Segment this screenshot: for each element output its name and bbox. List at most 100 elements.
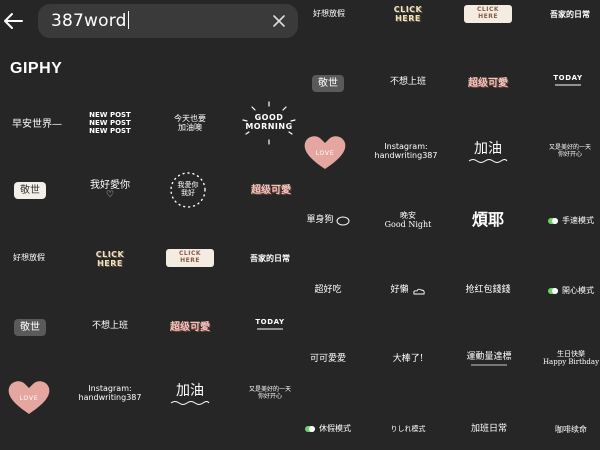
- back-arrow-icon[interactable]: [2, 10, 24, 32]
- sticker-text: CLICK HERE: [464, 5, 512, 23]
- sticker-text: 晚安 Good Night: [384, 211, 432, 229]
- sticker-text: 不想上班: [389, 77, 426, 88]
- sticker-text: 超级可愛: [170, 321, 210, 333]
- sticker[interactable]: 早安世界—: [2, 112, 72, 136]
- sticker-text: 吾家的日常: [250, 252, 290, 263]
- sticker[interactable]: 運動量達標: [460, 348, 518, 372]
- sticker-text: 超级可愛: [468, 77, 508, 89]
- sticker[interactable]: TODAY: [548, 70, 588, 92]
- sticker-text: CLICK HERE: [166, 249, 214, 267]
- sticker[interactable]: CLICK HERE: [384, 2, 432, 28]
- sticker-text: Instagram: handwriting387: [374, 142, 438, 160]
- search-query-text: 387word: [51, 11, 127, 31]
- sticker[interactable]: 休假模式: [300, 422, 356, 436]
- sticker-text: 休假模式: [319, 423, 351, 433]
- sticker-text: 我愛你 我好: [177, 181, 199, 197]
- sticker[interactable]: LOVE: [6, 378, 52, 416]
- sticker[interactable]: 我愛你 我好: [164, 170, 212, 210]
- sticker-text: 運動量達標: [466, 352, 512, 363]
- sticker-text: TODAY: [553, 74, 583, 83]
- speech-bubble-icon: [336, 216, 349, 226]
- sticker[interactable]: 敬世: [10, 316, 50, 338]
- sticker[interactable]: 敬世: [10, 178, 50, 202]
- sticker[interactable]: 可可愛愛: [300, 350, 356, 370]
- sticker[interactable]: 加班日常: [462, 421, 516, 439]
- sticker-text: TODAY: [255, 318, 285, 327]
- right-pane: 好想放假 CLICK HERE CLICK HERE 吾家的日常 敬世 不想上班…: [300, 0, 600, 450]
- sticker[interactable]: 好想放假: [304, 4, 354, 24]
- sticker[interactable]: 吾家的日常: [544, 4, 596, 24]
- sticker[interactable]: 超好吃: [300, 280, 356, 302]
- sticker[interactable]: 又是美好的一天 你好开心: [244, 382, 296, 406]
- sticker[interactable]: 不想上班: [82, 318, 138, 336]
- sticker[interactable]: 手速模式: [544, 214, 598, 228]
- sticker-text: 咖啡续命: [555, 424, 587, 434]
- sticker-text: 好想放假: [313, 8, 345, 18]
- sticker[interactable]: 加油: [166, 378, 214, 412]
- underline-icon: [257, 328, 283, 330]
- sticker[interactable]: Instagram: handwriting387: [78, 380, 142, 408]
- sticker[interactable]: 超级可愛: [462, 72, 514, 94]
- sticker-text: 可可愛愛: [309, 354, 346, 365]
- sticker[interactable]: 今天也要 加油噢: [160, 104, 220, 144]
- sticker-text: 不想上班: [91, 321, 128, 332]
- sticker-text: 敬世: [14, 318, 46, 336]
- search-input[interactable]: 387word: [38, 4, 298, 38]
- underline-icon: [555, 84, 581, 86]
- text-caret: [127, 11, 129, 29]
- sticker[interactable]: 抢红包錢錢: [460, 282, 516, 300]
- sticker-text: 加油: [474, 141, 502, 158]
- sticker[interactable]: CLICK HERE: [464, 5, 512, 23]
- sticker-text: 好想放假: [13, 252, 45, 262]
- sticker-text: 又是美好的一天 你好开心: [248, 386, 291, 400]
- sticker[interactable]: 晚安 Good Night: [380, 206, 436, 236]
- sticker[interactable]: 又是美好的一天 你好开心: [544, 140, 596, 164]
- sticker-text: 我好愛你: [90, 179, 130, 191]
- sticker[interactable]: CLICK HERE: [86, 246, 134, 274]
- sticker-text: Instagram: handwriting387: [78, 384, 142, 402]
- sticker[interactable]: TODAY: [250, 314, 290, 336]
- sticker-text: 加班日常: [470, 424, 507, 435]
- sticker-text: 開心模式: [562, 285, 594, 295]
- close-icon[interactable]: [272, 14, 286, 28]
- sticker-text: 煩耶: [471, 210, 504, 230]
- toggle-sticker: 開心模式: [548, 285, 594, 296]
- sticker[interactable]: 超级可愛: [244, 178, 298, 202]
- search-bar: 387word: [0, 0, 300, 44]
- sticker[interactable]: 生日快樂 Happy Birthday: [542, 346, 600, 372]
- sticker[interactable]: NEW POST NEW POST NEW POST: [82, 104, 138, 144]
- sticker[interactable]: 不想上班: [380, 74, 436, 92]
- heart-icon: ♡: [105, 189, 115, 200]
- sticker[interactable]: 加油: [464, 136, 512, 170]
- sticker[interactable]: 我好愛你 ♡: [82, 172, 138, 208]
- sticker[interactable]: 敬世: [308, 72, 348, 94]
- toggle-icon: [305, 425, 315, 432]
- sticker[interactable]: 超级可愛: [164, 316, 216, 338]
- sticker-text: LOVE: [315, 150, 335, 157]
- toggle-sticker: 手速模式: [548, 215, 594, 226]
- sticker-text: 抢红包錢錢: [465, 285, 511, 296]
- sticker[interactable]: CLICK HERE: [166, 249, 214, 267]
- cloud-icon: [412, 288, 425, 295]
- sticker[interactable]: 好想放假: [4, 248, 54, 268]
- sticker[interactable]: 咖啡续命: [544, 421, 598, 439]
- sticker-text: LOVE: [19, 395, 39, 402]
- sticker-text: 加油: [176, 383, 204, 400]
- wave-underline-icon: [468, 158, 508, 163]
- sticker[interactable]: りしれ模式: [380, 422, 436, 438]
- sticker[interactable]: 大棒了!: [380, 350, 436, 370]
- sticker-text: 早安世界—: [12, 118, 62, 130]
- sticker[interactable]: 煩耶: [462, 208, 514, 232]
- sticker[interactable]: 好懶: [382, 282, 434, 300]
- sticker[interactable]: LOVE: [302, 133, 348, 171]
- sticker-text: CLICK HERE: [95, 250, 125, 268]
- sticker-text: CLICK HERE: [393, 5, 423, 23]
- sticker[interactable]: Instagram: handwriting387: [374, 138, 438, 166]
- sticker-text: 手速模式: [562, 215, 594, 225]
- sticker-text: 生日快樂 Happy Birthday: [542, 350, 600, 366]
- search-query[interactable]: 387word: [51, 11, 129, 31]
- sticker[interactable]: 開心模式: [544, 284, 598, 298]
- sticker[interactable]: GOOD MORNING: [238, 100, 300, 146]
- sticker[interactable]: 單身狗: [300, 210, 356, 232]
- sticker[interactable]: 吾家的日常: [244, 248, 296, 268]
